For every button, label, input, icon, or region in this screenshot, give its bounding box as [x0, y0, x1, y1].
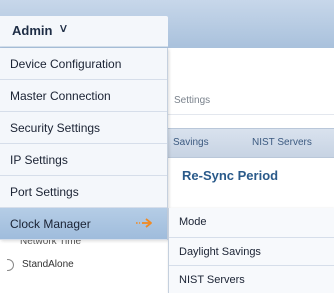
menu-item-label: Master Connection — [10, 89, 111, 103]
clock-manager-submenu: Mode Daylight Savings NIST Servers — [168, 208, 334, 293]
submenu-item-nist-servers[interactable]: NIST Servers — [169, 266, 334, 293]
menu-item-label: Security Settings — [10, 121, 101, 135]
menu-item-ip-settings[interactable]: IP Settings — [0, 144, 167, 176]
submenu-item-daylight-savings[interactable]: Daylight Savings — [169, 238, 334, 266]
menu-item-label: Device Configuration — [10, 57, 122, 71]
standalone-label: StandAlone — [22, 259, 74, 270]
admin-dropdown-menu: Device Configuration Master Connection S… — [0, 48, 168, 240]
menu-item-label: IP Settings — [10, 153, 68, 167]
menu-item-device-configuration[interactable]: Device Configuration — [0, 48, 167, 80]
submenu-item-label: Daylight Savings — [179, 246, 261, 258]
tab-savings[interactable]: Savings — [173, 137, 209, 148]
page-tab-bar: Savings NIST Servers — [168, 128, 334, 158]
submenu-arrow-icon — [136, 218, 152, 228]
tab-nist-servers[interactable]: NIST Servers — [252, 137, 312, 148]
app-window: Admin ∨ Settings Savings NIST Servers Re… — [0, 0, 334, 293]
menu-item-clock-manager[interactable]: Clock Manager — [0, 208, 167, 240]
admin-menu-button[interactable]: Admin ∨ — [0, 16, 168, 47]
chevron-down-icon: ∨ — [58, 21, 69, 35]
top-header-bar: Admin ∨ — [0, 0, 334, 48]
admin-menu-label: Admin — [12, 23, 53, 38]
menu-item-master-connection[interactable]: Master Connection — [0, 80, 167, 112]
menu-item-label: Port Settings — [10, 185, 79, 199]
submenu-item-label: Mode — [179, 216, 207, 228]
breadcrumb: Settings — [174, 95, 211, 106]
menu-item-port-settings[interactable]: Port Settings — [0, 176, 167, 208]
section-title: Re-Sync Period — [182, 168, 279, 183]
menu-item-label: Clock Manager — [10, 217, 91, 231]
submenu-item-mode[interactable]: Mode — [169, 208, 334, 238]
submenu-item-label: NIST Servers — [179, 274, 245, 286]
menu-item-security-settings[interactable]: Security Settings — [0, 112, 167, 144]
